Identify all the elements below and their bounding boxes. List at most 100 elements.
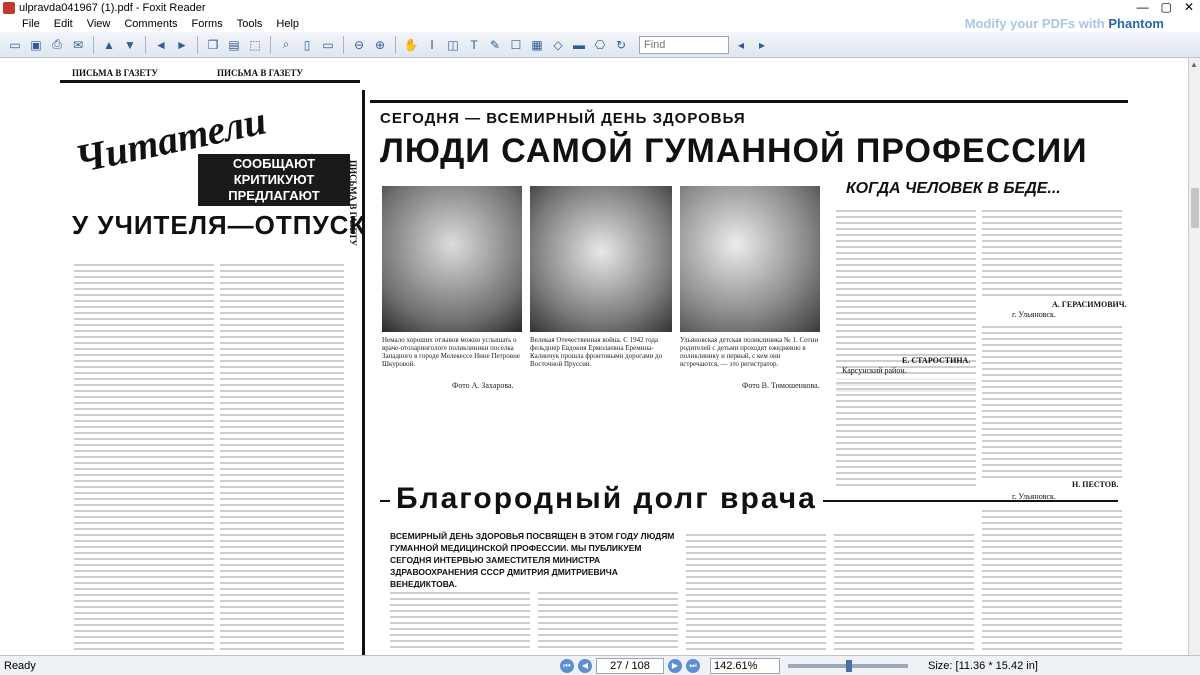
zoom-in-icon[interactable]: ⌕ (277, 36, 295, 54)
close-button[interactable]: ✕ (1184, 0, 1194, 14)
hand-icon[interactable]: ✋ (402, 36, 420, 54)
menu-comments[interactable]: Comments (117, 18, 184, 30)
email-icon[interactable]: ✉ (69, 36, 87, 54)
subtitle-line-1: СООБЩАЮТ (232, 156, 316, 171)
shape-icon[interactable]: ◇ (549, 36, 567, 54)
phantom-promo-link[interactable]: Modify your PDFs with Phantom (965, 16, 1164, 32)
find-input[interactable] (639, 35, 729, 54)
right-article-column-4 (836, 378, 976, 490)
caption-photo-2: Великая Отечественная война. С 1942 года… (530, 336, 663, 368)
status-ready: Ready (4, 659, 36, 672)
bottom-headline: Благородный долг врача (390, 482, 823, 516)
header-rule (60, 80, 360, 83)
up-icon[interactable]: ▲ (100, 36, 118, 54)
bottom-column-5 (982, 506, 1122, 652)
open-icon[interactable]: ▭ (6, 36, 24, 54)
right-subhead: КОГДА ЧЕЛОВЕК В БЕДЕ... (846, 180, 1061, 197)
signature-district: Карсунский район. (842, 366, 907, 375)
status-bar: Ready ⏮ ◀ 27 / 108 ▶ ⏭ 142.61% Size: [11… (0, 655, 1200, 675)
window-title: ulpravda041967 (1).pdf - Foxit Reader (19, 2, 206, 14)
document-viewer[interactable]: ПИСЬМА В ГАЗЕТУ ПИСЬМА В ГАЗЕТУ ПИСЬМА В… (0, 58, 1200, 655)
top-section-rule (370, 100, 1128, 103)
zoom-level-field[interactable]: 142.61% (710, 657, 780, 674)
subtitle-line-3: ПРЕДЛАГАЮТ (228, 188, 320, 203)
note-icon[interactable]: ✎ (486, 36, 504, 54)
fit-page-icon[interactable]: ▯ (298, 36, 316, 54)
zoom-slider[interactable] (788, 659, 908, 672)
caption-photo-1: Немало хороших отзывов можно услышать о … (382, 336, 520, 368)
main-headline: ЛЮДИ САМОЙ ГУМАННОЙ ПРОФЕССИИ (380, 132, 1088, 170)
promo-text: Modify your PDFs with (964, 16, 1105, 31)
typewriter-icon[interactable]: T (465, 36, 483, 54)
first-page-icon[interactable]: ⏮ (560, 658, 574, 673)
pdf-page: ПИСЬМА В ГАЗЕТУ ПИСЬМА В ГАЗЕТУ ПИСЬМА В… (12, 60, 1186, 655)
photo-doctor-3 (680, 186, 820, 332)
forward-icon[interactable]: ► (173, 36, 191, 54)
page-navigation: ⏮ ◀ 27 / 108 ▶ ⏭ (560, 657, 700, 674)
bottom-column-4 (834, 530, 974, 652)
image-icon[interactable]: ▦ (528, 36, 546, 54)
toolbar-divider (395, 35, 396, 54)
toolbar-divider (145, 35, 146, 54)
menu-help[interactable]: Help (269, 18, 306, 30)
left-article-column-1 (74, 260, 214, 650)
menu-forms[interactable]: Forms (185, 18, 230, 30)
paste-icon[interactable]: ▤ (225, 36, 243, 54)
select-icon[interactable]: ⬚ (246, 36, 264, 54)
vertical-scrollbar[interactable]: ▲ (1188, 58, 1200, 655)
subtitle-line-2: КРИТИКУЮТ (233, 172, 315, 187)
zoom-plus-icon[interactable]: ⊕ (371, 36, 389, 54)
toolbar-divider (197, 35, 198, 54)
scroll-up-icon[interactable]: ▲ (1190, 60, 1198, 69)
right-article-column-3 (982, 322, 1122, 478)
next-page-icon[interactable]: ▶ (668, 658, 682, 673)
rotate-icon[interactable]: ↻ (612, 36, 630, 54)
minimize-button[interactable]: — (1137, 0, 1149, 14)
bottom-column-3 (686, 530, 826, 652)
last-page-icon[interactable]: ⏭ (686, 658, 700, 673)
toolbar-divider (93, 35, 94, 54)
page-number-field[interactable]: 27 / 108 (596, 657, 664, 674)
kicker-line: СЕГОДНЯ — ВСЕМИРНЫЙ ДЕНЬ ЗДОРОВЬЯ (380, 110, 746, 127)
toolbar-divider (343, 35, 344, 54)
column-divider (362, 90, 365, 655)
zoom-out-icon[interactable]: ⊖ (350, 36, 368, 54)
copy-icon[interactable]: ❐ (204, 36, 222, 54)
zoom-slider-knob[interactable] (846, 659, 852, 672)
snapshot-icon[interactable]: ◫ (444, 36, 462, 54)
find-next-icon[interactable]: ▸ (753, 36, 771, 54)
main-toolbar: ▭ ▣ ⎙ ✉ ▲ ▼ ◄ ► ❐ ▤ ⬚ ⌕ ▯ ▭ ⊖ ⊕ ✋ Ⅰ ◫ T … (0, 32, 1200, 58)
signature-pestov: Н. ПЕСТОВ. (1072, 480, 1119, 489)
bottom-column-2 (538, 588, 678, 652)
letters-header-right: ПИСЬМА В ГАЗЕТУ (217, 68, 303, 78)
print-icon[interactable]: ⎙ (48, 36, 66, 54)
save-icon[interactable]: ▣ (27, 36, 45, 54)
maximize-button[interactable]: ▢ (1161, 0, 1172, 14)
credit-photo-3: Фото В. Тимошенкова. (742, 381, 820, 390)
scroll-thumb[interactable] (1191, 188, 1199, 228)
fit-width-icon[interactable]: ▭ (319, 36, 337, 54)
prev-page-icon[interactable]: ◀ (578, 658, 592, 673)
page-size-readout: Size: [11.36 * 15.42 in] (928, 659, 1038, 672)
text-select-icon[interactable]: Ⅰ (423, 36, 441, 54)
menu-tools[interactable]: Tools (230, 18, 270, 30)
foxit-app-icon (3, 2, 15, 14)
right-article-column-2 (982, 206, 1122, 296)
photo-doctor-2 (530, 186, 672, 332)
promo-brand: Phantom (1108, 16, 1164, 31)
left-article-column-2 (220, 260, 344, 650)
bottom-lead-paragraph: ВСЕМИРНЫЙ ДЕНЬ ЗДОРОВЬЯ ПОСВЯЩЕН В ЭТОМ … (390, 531, 675, 589)
menu-edit[interactable]: Edit (47, 18, 80, 30)
down-icon[interactable]: ▼ (121, 36, 139, 54)
menu-view[interactable]: View (80, 18, 118, 30)
highlight-icon[interactable]: ▬ (570, 36, 588, 54)
comment-icon[interactable]: ☐ (507, 36, 525, 54)
letters-header-left: ПИСЬМА В ГАЗЕТУ (72, 68, 158, 78)
credit-photo-1: Фото А. Захарова. (452, 381, 514, 390)
caption-photo-3: Ульяновская детская поликлиника № 1. Сот… (680, 336, 819, 368)
back-icon[interactable]: ◄ (152, 36, 170, 54)
find-prev-icon[interactable]: ◂ (732, 36, 750, 54)
stamp-icon[interactable]: ⎔ (591, 36, 609, 54)
menu-file[interactable]: File (0, 18, 47, 30)
photo-doctor-1 (382, 186, 522, 332)
